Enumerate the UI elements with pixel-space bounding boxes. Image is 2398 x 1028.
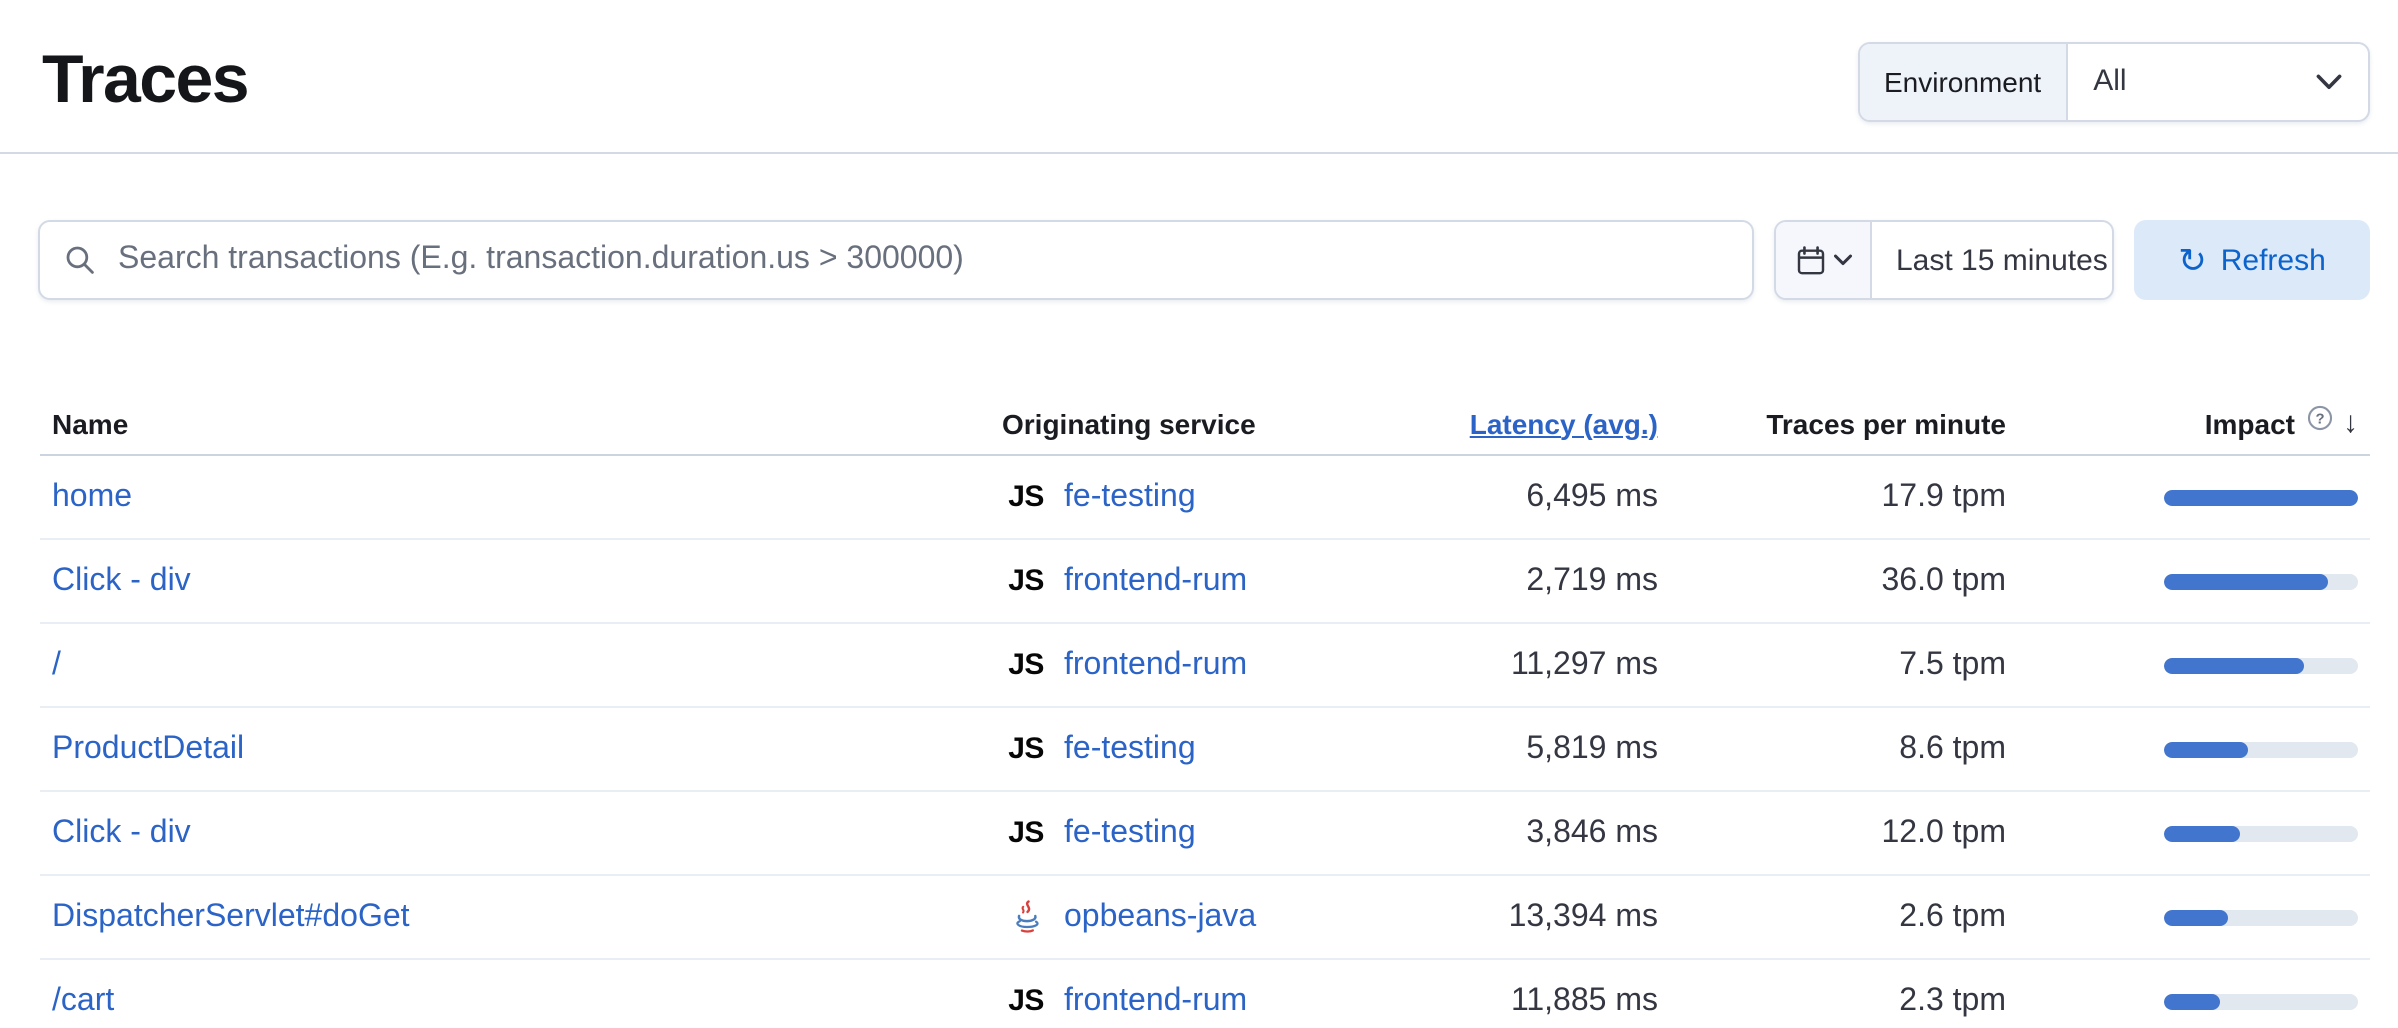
toolbar: Last 15 minutes ↻ Refresh (38, 220, 2370, 300)
service-link[interactable]: fe-testing (1064, 815, 1196, 851)
java-icon (1009, 900, 1043, 934)
trace-name-link[interactable]: / (52, 647, 61, 681)
js-icon: JS (1008, 480, 1044, 514)
impact-bar (2164, 489, 2358, 505)
service-link[interactable]: frontend-rum (1064, 983, 1247, 1019)
tpm-value: 36.0 tpm (1722, 563, 2066, 599)
table-row: home JS fe-testing 6,495 ms 17.9 tpm (40, 456, 2370, 540)
tpm-value: 12.0 tpm (1722, 815, 2066, 851)
agent-icon-box (1002, 900, 1050, 934)
js-icon: JS (1008, 732, 1044, 766)
trace-name-link[interactable]: /cart (52, 983, 114, 1017)
impact-fill (2164, 741, 2247, 757)
agent-icon-box: JS (1002, 732, 1050, 766)
column-header-impact[interactable]: Impact ? ↓ (2066, 406, 2370, 440)
column-header-service[interactable]: Originating service (986, 407, 1466, 439)
impact-header-label: Impact (2205, 407, 2295, 439)
search-icon (64, 244, 96, 276)
agent-icon-box: JS (1002, 480, 1050, 514)
service-link[interactable]: opbeans-java (1064, 899, 1256, 935)
js-icon: JS (1008, 648, 1044, 682)
environment-label: Environment (1860, 43, 2067, 119)
environment-select[interactable]: Environment All (1858, 41, 2370, 121)
service-link[interactable]: fe-testing (1064, 479, 1196, 515)
trace-name-link[interactable]: Click - div (52, 815, 191, 849)
tpm-value: 2.3 tpm (1722, 983, 2066, 1019)
latency-value: 13,394 ms (1466, 899, 1722, 935)
table-row: ProductDetail JS fe-testing 5,819 ms 8.6… (40, 708, 2370, 792)
chevron-down-icon (2316, 73, 2342, 89)
impact-bar (2164, 573, 2358, 589)
js-icon: JS (1008, 564, 1044, 598)
trace-name-link[interactable]: Click - div (52, 563, 191, 597)
latency-value: 6,495 ms (1466, 479, 1722, 515)
table-row: Click - div JS fe-testing 3,846 ms 12.0 … (40, 792, 2370, 876)
table-body: home JS fe-testing 6,495 ms 17.9 tpm Cli… (40, 456, 2370, 1028)
column-header-name[interactable]: Name (40, 407, 986, 439)
table-header-row: Name Originating service Latency (avg.) … (40, 392, 2370, 456)
environment-value-button[interactable]: All (2067, 43, 2368, 119)
chevron-down-icon (1833, 254, 1851, 266)
tpm-value: 17.9 tpm (1722, 479, 2066, 515)
table-row: / JS frontend-rum 11,297 ms 7.5 tpm (40, 624, 2370, 708)
impact-bar (2164, 657, 2358, 673)
sort-down-icon[interactable]: ↓ (2343, 406, 2358, 440)
latency-value: 5,819 ms (1466, 731, 1722, 767)
tpm-value: 8.6 tpm (1722, 731, 2066, 767)
js-icon: JS (1008, 816, 1044, 850)
traces-page: Traces Environment All (0, 0, 2398, 1028)
page-title: Traces (42, 42, 248, 120)
impact-bar (2164, 825, 2358, 841)
js-icon: JS (1008, 984, 1044, 1018)
svg-text:?: ? (2314, 410, 2323, 426)
agent-icon-box: JS (1002, 648, 1050, 682)
trace-name-link[interactable]: DispatcherServlet#doGet (52, 899, 410, 933)
impact-fill (2164, 909, 2228, 925)
date-range-button[interactable]: Last 15 minutes (1872, 222, 2112, 298)
impact-bar (2164, 993, 2358, 1009)
environment-value: All (2093, 64, 2126, 98)
service-link[interactable]: fe-testing (1064, 731, 1196, 767)
refresh-button-label: Refresh (2221, 243, 2326, 277)
search-box (38, 220, 1754, 300)
trace-name-link[interactable]: ProductDetail (52, 731, 244, 765)
calendar-icon (1795, 245, 1825, 275)
agent-icon-box: JS (1002, 564, 1050, 598)
latency-sort-link[interactable]: Latency (avg.) (1470, 407, 1658, 439)
date-picker: Last 15 minutes (1774, 220, 2114, 300)
service-link[interactable]: frontend-rum (1064, 647, 1247, 683)
latency-value: 2,719 ms (1466, 563, 1722, 599)
refresh-icon: ↻ (2178, 243, 2207, 277)
quick-select-button[interactable] (1776, 222, 1872, 298)
page-header: Traces Environment All (0, 0, 2398, 154)
search-input[interactable] (38, 220, 1754, 300)
date-range-value: Last 15 minutes (1896, 243, 2108, 277)
impact-fill (2164, 993, 2220, 1009)
latency-value: 11,297 ms (1466, 647, 1722, 683)
column-header-tpm[interactable]: Traces per minute (1722, 407, 2066, 439)
impact-fill (2164, 573, 2329, 589)
refresh-button[interactable]: ↻ Refresh (2134, 220, 2370, 300)
impact-bar (2164, 741, 2358, 757)
tpm-value: 2.6 tpm (1722, 899, 2066, 935)
impact-fill (2164, 657, 2304, 673)
impact-bar (2164, 909, 2358, 925)
impact-fill (2164, 489, 2358, 505)
agent-icon-box: JS (1002, 816, 1050, 850)
impact-fill (2164, 825, 2240, 841)
table-row: Click - div JS frontend-rum 2,719 ms 36.… (40, 540, 2370, 624)
service-link[interactable]: frontend-rum (1064, 563, 1247, 599)
tpm-value: 7.5 tpm (1722, 647, 2066, 683)
traces-table: Name Originating service Latency (avg.) … (40, 392, 2370, 1028)
impact-help-icon[interactable]: ? (2305, 403, 2333, 431)
trace-name-link[interactable]: home (52, 479, 132, 513)
agent-icon-box: JS (1002, 984, 1050, 1018)
latency-value: 3,846 ms (1466, 815, 1722, 851)
table-row: DispatcherServlet#doGet opbeans-java 13,… (40, 876, 2370, 960)
column-header-latency[interactable]: Latency (avg.) (1466, 407, 1722, 439)
table-row: /cart JS frontend-rum 11,885 ms 2.3 tpm (40, 960, 2370, 1028)
latency-value: 11,885 ms (1466, 983, 1722, 1019)
